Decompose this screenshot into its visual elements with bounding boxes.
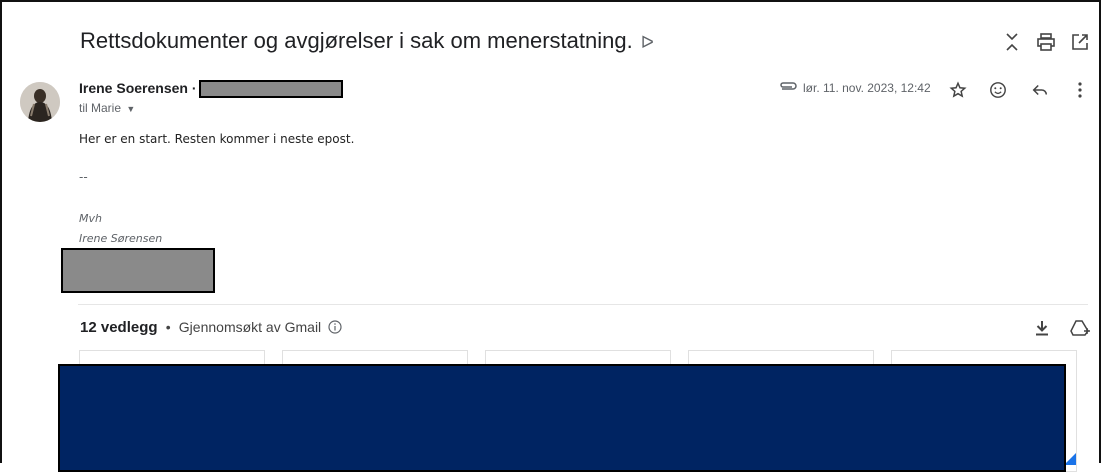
importance-marker-icon[interactable]: ᐅ: [641, 33, 654, 52]
attachment-count: 12 vedlegg: [80, 319, 158, 336]
redacted-attachments-block: [58, 364, 1066, 472]
scan-status: Gjennomsøkt av Gmail: [178, 319, 322, 335]
recipient-dropdown[interactable]: til Marie ▼: [79, 101, 135, 115]
signature-separator: --: [79, 170, 88, 184]
add-to-drive-icon[interactable]: [1068, 316, 1092, 340]
emoji-reaction-icon[interactable]: [986, 78, 1010, 102]
signature-name: Irene Sørensen: [79, 232, 163, 245]
redacted-sender-email: [199, 80, 343, 98]
sender-line: Irene Soerensen ·: [79, 80, 197, 96]
attachments-header: 12 vedlegg • Gjennomsøkt av Gmail: [80, 319, 342, 338]
print-icon[interactable]: [1034, 30, 1058, 54]
download-all-icon[interactable]: [1030, 316, 1054, 340]
sender-name[interactable]: Irene Soerensen: [79, 80, 188, 96]
bullet: •: [165, 319, 171, 335]
reply-icon[interactable]: [1028, 78, 1052, 102]
signature-closing: Mvh: [79, 212, 102, 225]
chevron-down-icon[interactable]: ▼: [126, 104, 135, 114]
collapse-all-icon[interactable]: [1000, 30, 1024, 54]
sender-separator: ·: [191, 80, 197, 96]
recipient-text: til Marie: [79, 101, 122, 115]
paperclip-icon: [778, 80, 798, 99]
email-body-line: Her er en start. Resten kommer i neste e…: [79, 132, 355, 146]
star-icon[interactable]: [946, 78, 970, 102]
sender-avatar[interactable]: [20, 82, 60, 122]
attachments-divider: [78, 304, 1088, 305]
open-in-new-window-icon[interactable]: [1068, 30, 1092, 54]
email-subject: Rettsdokumenter og avgjørelser i sak om …: [80, 28, 654, 54]
email-date: lør. 11. nov. 2023, 12:42: [803, 81, 931, 95]
more-vertical-icon[interactable]: [1068, 78, 1092, 102]
subject-text: Rettsdokumenter og avgjørelser i sak om …: [80, 28, 633, 53]
info-icon[interactable]: [328, 320, 342, 338]
redacted-signature-block: [61, 248, 215, 293]
